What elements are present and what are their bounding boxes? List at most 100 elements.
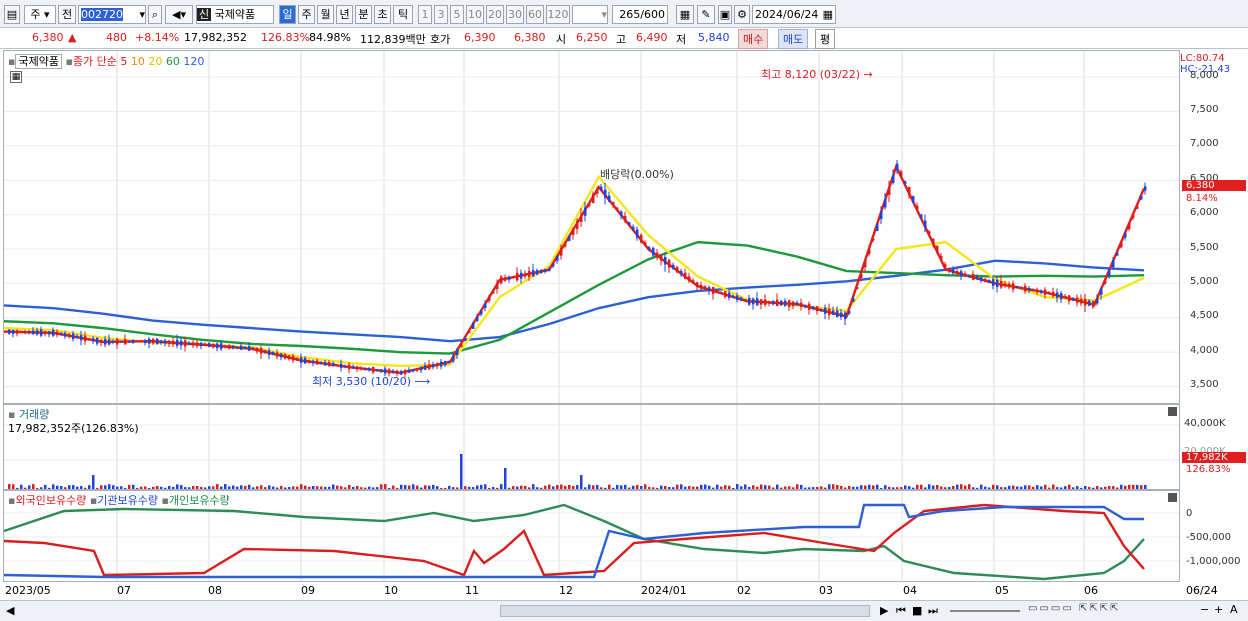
candle-body [76,335,79,339]
calendar-icon: ▦ [822,8,833,21]
speaker-icon[interactable]: ◀▾ [165,5,193,24]
volume-bar [792,487,795,489]
candle-body [48,331,51,335]
candle-body [64,333,67,337]
maximize-icon[interactable] [1168,407,1177,416]
zoom-slider[interactable] [950,610,1020,612]
num-1[interactable]: 1 [418,5,432,24]
volume-bar [524,485,527,489]
candle-body [508,276,511,280]
period-week[interactable]: 주 [298,5,315,24]
num-5[interactable]: 5 [450,5,464,24]
candle-body [300,357,303,363]
volume-bar [216,484,219,489]
chart-type-icon[interactable]: ▦ [676,5,694,24]
x-axis: 2023/05 07 08 09 10 11 12 2024/01 02 03 … [3,582,1246,600]
sell-button[interactable]: 매도 [778,29,809,49]
period-tick[interactable]: 틱 [393,5,413,24]
mode-select[interactable]: 주 ▾ [24,5,56,24]
candle-body [336,364,339,367]
prev-button[interactable]: 전 [58,5,76,24]
num-120[interactable]: 120 [546,5,570,24]
num-30[interactable]: 30 [506,5,524,24]
code-input[interactable]: 002720 ▾ [78,5,146,24]
holdings-panel[interactable]: ▪외국인보유수량 ▪기관보유수량 ▪개인보유수량 [3,490,1180,582]
period-second[interactable]: 초 [374,5,391,24]
first-icon[interactable]: ⏮ [896,604,906,618]
tick-7500: 7,500 [1190,104,1219,115]
stock-name-field[interactable]: 신 국제약품 [196,5,274,24]
tool-icons[interactable]: ▭▭▭▭ ⇱⇱⇱⇱ [1028,603,1121,614]
volume-bar [924,487,927,489]
foreign-holding-line [4,503,1145,577]
tick-5000: 5,000 [1190,276,1219,287]
scroll-right-icon[interactable]: ▶ [880,604,888,617]
candle-body [1100,288,1103,295]
holdings-axis: 0 -500,000 -1,000,000 [1180,490,1246,582]
candle-body [976,276,979,280]
num-3[interactable]: 3 [434,5,448,24]
period-month[interactable]: 월 [317,5,334,24]
scroll-thumb[interactable] [500,605,870,617]
maximize-icon[interactable] [1168,493,1177,502]
volume-bar [952,485,955,489]
zoom-out-icon[interactable]: − [1200,603,1209,616]
candle-body [500,276,503,284]
candle-body [804,304,807,307]
volume-bar [576,485,579,489]
candle-body [424,365,427,370]
num-60[interactable]: 60 [526,5,544,24]
eval-button[interactable]: 평 [815,29,836,49]
volume-bar [172,486,175,489]
low-note: 최저 3,530 (10/20) [312,375,412,388]
period-day[interactable]: 일 [279,5,296,24]
volume-bar [1124,485,1127,489]
num-10[interactable]: 10 [466,5,484,24]
period-year[interactable]: 년 [336,5,353,24]
volume-bar [724,485,727,489]
volume-bar [320,486,323,489]
candle-body [1076,297,1079,303]
candle-body [904,181,907,184]
font-icon[interactable]: A [1230,603,1238,616]
volume-bar [1064,486,1067,489]
volume-bar [948,487,951,489]
candle-body [940,255,943,260]
count-field[interactable]: 265/600 [612,5,668,24]
volume-bar [288,486,291,489]
draw-icon[interactable]: ✎ [697,5,715,24]
last-icon[interactable]: ⏭ [928,604,938,618]
candle-body [44,331,47,335]
candle-body [360,367,363,370]
gear-icon[interactable]: ⚙ [734,5,750,24]
search-icon[interactable]: ⌕ [148,5,162,24]
price-chart[interactable] [4,51,1179,403]
candle-body [860,273,863,278]
candle-body [328,362,331,367]
volume-bar [540,487,543,489]
menu-icon[interactable]: ▤ [4,5,20,24]
period-minute[interactable]: 분 [355,5,372,24]
volume-bar [852,486,855,489]
volume-chart[interactable] [4,405,1179,489]
holdings-legend: ▪외국인보유수량 ▪기관보유수량 ▪개인보유수량 [8,492,230,508]
num-20[interactable]: 20 [486,5,504,24]
volume-bar [508,487,511,489]
buy-button[interactable]: 매수 [738,29,769,49]
price-chart-panel[interactable]: ▪ 국제약품 ▪종가 단순 5 10 20 60 120 ▦ 최고 8,120 (… [3,50,1180,404]
volume-bar [564,485,567,489]
zoom-in-icon[interactable]: + [1214,603,1223,616]
scroll-left-icon[interactable]: ◀ [6,604,14,617]
volume-bar [396,487,399,489]
candle-body [472,322,475,329]
custom-input[interactable]: ▾ [572,5,608,24]
table-icon[interactable]: ▦ [10,71,22,83]
candle-body [1144,186,1147,191]
date-input[interactable]: 2024/06/24 ▦ [752,5,836,24]
stop-icon[interactable]: ■ [912,604,922,617]
legend-ma20: 20 [148,55,163,68]
save-icon[interactable]: ▣ [718,5,732,24]
volume-panel[interactable]: ▪ 거래량 17,982,352주(126.83%) [3,404,1180,490]
volume-bar [280,485,283,489]
volume-bar [500,484,503,489]
